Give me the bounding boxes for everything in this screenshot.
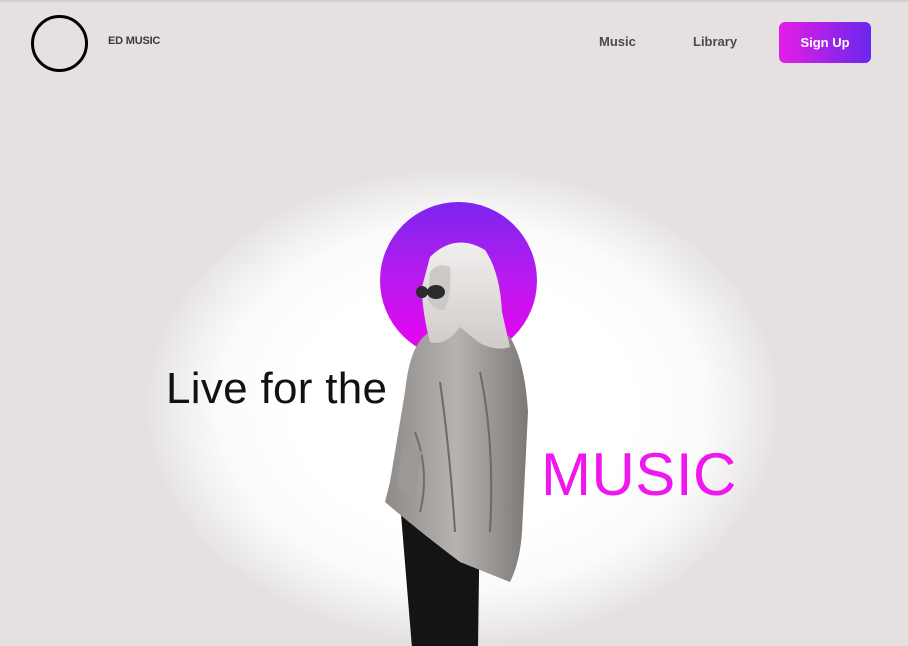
ring-logo-icon[interactable] <box>31 15 88 72</box>
nav-link-library[interactable]: Library <box>693 34 737 49</box>
hero-headline-line2: MUSIC <box>541 441 737 508</box>
woman-figure-image <box>385 242 528 646</box>
brand-name[interactable]: ED MUSIC <box>108 35 160 47</box>
landing-page: ED MUSIC Music Library Sign Up Live for … <box>0 0 908 646</box>
hero-headline-line1: Live for the <box>166 364 388 413</box>
sign-up-button[interactable]: Sign Up <box>779 22 871 63</box>
nav-link-music[interactable]: Music <box>599 34 636 49</box>
